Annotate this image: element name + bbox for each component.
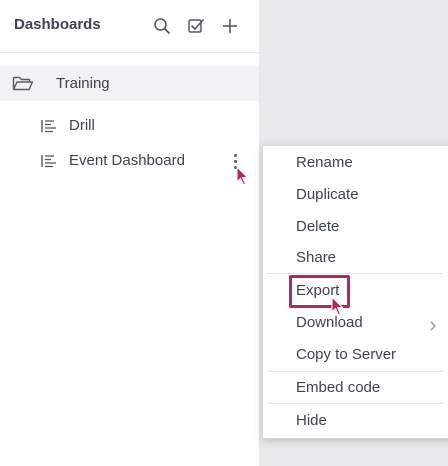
dashboard-label: Drill [69, 117, 95, 134]
mouse-pointer-icon [331, 295, 345, 316]
menu-item-duplicate[interactable]: Duplicate [296, 186, 359, 203]
search-icon[interactable] [153, 17, 171, 35]
context-menu: Rename Duplicate Delete Share Export Dow… [262, 145, 448, 439]
select-all-icon[interactable] [187, 17, 205, 35]
mouse-pointer-icon [236, 165, 250, 186]
menu-divider [267, 403, 443, 404]
menu-item-rename[interactable]: Rename [296, 154, 353, 171]
add-icon[interactable] [221, 17, 239, 35]
chevron-right-icon [429, 318, 437, 331]
menu-item-embed-code[interactable]: Embed code [296, 379, 380, 396]
dashboard-label: Event Dashboard [69, 152, 185, 169]
sidebar-title: Dashboards [14, 16, 101, 33]
menu-item-hide[interactable]: Hide [296, 412, 327, 429]
sidebar-header: Dashboards [0, 0, 259, 53]
folder-label: Training [56, 75, 110, 92]
menu-divider [267, 371, 443, 372]
menu-item-share[interactable]: Share [296, 249, 336, 266]
menu-divider [267, 273, 443, 274]
dashboard-list-icon [41, 154, 57, 168]
menu-item-delete[interactable]: Delete [296, 218, 339, 235]
dashboard-item-drill[interactable]: Drill [0, 110, 259, 142]
menu-item-download[interactable]: Download [296, 314, 363, 331]
dashboard-list-icon [41, 119, 57, 133]
folder-open-icon [12, 74, 34, 92]
dashboards-sidebar: Dashboards Training Drill Event Dashboar… [0, 0, 260, 466]
folder-row-training[interactable]: Training [0, 66, 259, 101]
menu-item-copy-to-server[interactable]: Copy to Server [296, 346, 396, 363]
dashboard-item-event-dashboard[interactable]: Event Dashboard [0, 145, 259, 177]
